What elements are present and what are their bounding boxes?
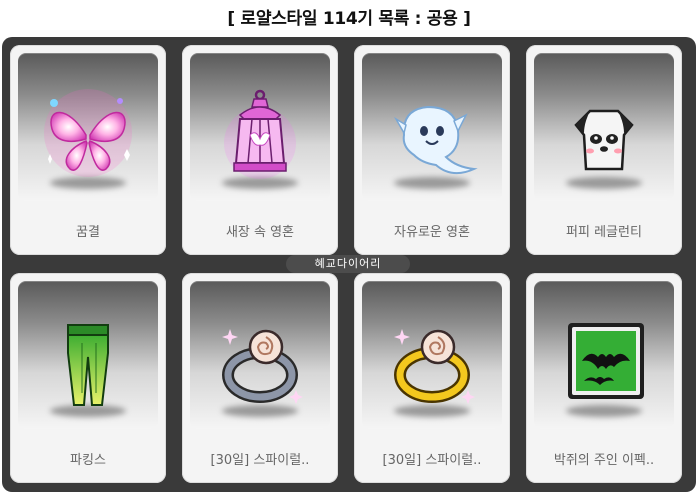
item-label: 꿈결 [76,225,100,240]
item-card[interactable]: [30일] 스파이럴.. [354,273,510,483]
item-label: 파킹스 [70,453,106,468]
butterfly-wings-icon [44,89,132,177]
item-card[interactable]: 파킹스 [10,273,166,483]
page-title: [ 로얄스타일 114기 목록 : 공용 ] [227,9,471,29]
silver-spiral-ring-icon [222,329,303,404]
bat-effect-icon [568,323,644,399]
ghost-icon [393,105,478,175]
item-label: 박쥐의 주인 이펙.. [553,453,655,468]
birdcage-lantern-icon [224,89,296,179]
item-label: 자유로운 영혼 [394,225,470,240]
item-label: [30일] 스파이럴.. [210,453,310,468]
item-card[interactable]: 퍼피 레글런티 [526,45,682,255]
item-card[interactable]: 꿈결 [10,45,166,255]
item-label: [30일] 스파이럴.. [382,453,482,468]
item-label: 새장 속 영혼 [225,225,295,240]
item-card[interactable]: 새장 속 영혼 [182,45,338,255]
watermark: 혜교다이어리 [286,255,410,273]
item-card[interactable]: 박쥐의 주인 이펙.. [526,273,682,483]
puppy-tshirt-icon [574,109,634,171]
item-card[interactable]: 자유로운 영혼 [354,45,510,255]
green-leggings-icon [67,324,109,406]
item-card[interactable]: [30일] 스파이럴.. [182,273,338,483]
gold-spiral-ring-icon [394,329,475,404]
item-label: 퍼피 레글런티 [566,225,642,240]
